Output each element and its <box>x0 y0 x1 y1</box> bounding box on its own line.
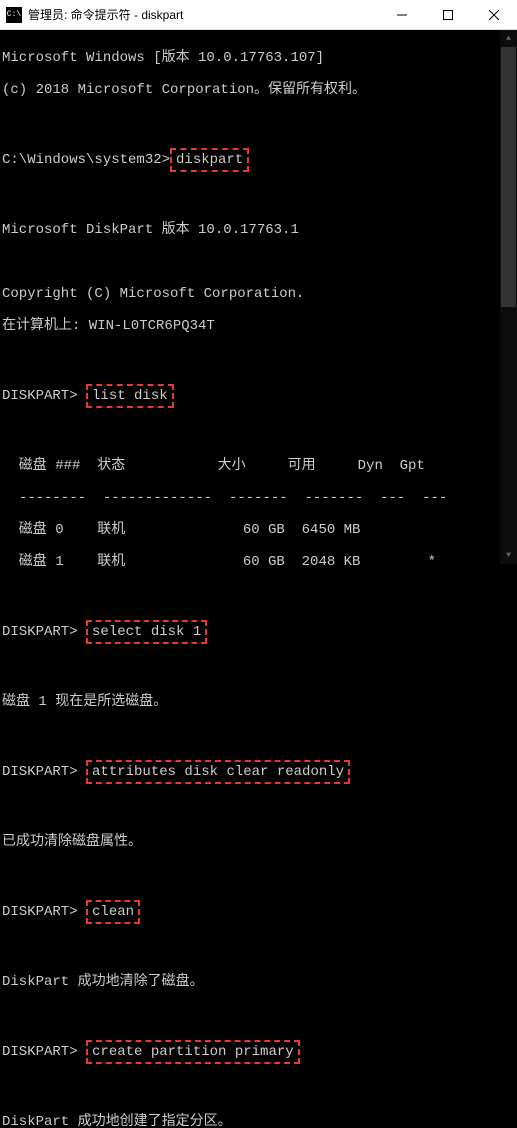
scrollbar-track[interactable] <box>500 47 517 547</box>
window-controls <box>379 0 517 29</box>
output-line <box>2 866 515 882</box>
output-line <box>2 114 515 130</box>
scrollbar-thumb[interactable] <box>501 47 516 307</box>
output-line <box>2 1006 515 1022</box>
window-titlebar: C:\ 管理员: 命令提示符 - diskpart <box>0 0 517 30</box>
output-line: 已成功清除磁盘属性。 <box>2 834 515 850</box>
output-line <box>2 802 515 818</box>
prompt-line: DISKPART> create partition primary <box>2 1038 515 1066</box>
app-icon: C:\ <box>6 7 22 23</box>
highlighted-command: clean <box>86 900 140 924</box>
prompt-prefix: C:\Windows\system32> <box>2 152 170 168</box>
prompt-prefix: DISKPART> <box>2 904 86 920</box>
terminal-output[interactable]: Microsoft Windows [版本 10.0.17763.107] (c… <box>0 30 517 1128</box>
output-line: (c) 2018 Microsoft Corporation。保留所有权利。 <box>2 82 515 98</box>
table-row: 磁盘 0 联机 60 GB 6450 MB <box>2 522 515 538</box>
output-line <box>2 190 515 206</box>
highlighted-command: select disk 1 <box>86 620 207 644</box>
window-title: 管理员: 命令提示符 - diskpart <box>28 6 379 23</box>
output-line <box>2 1082 515 1098</box>
prompt-line: DISKPART> select disk 1 <box>2 618 515 646</box>
maximize-button[interactable] <box>425 0 471 29</box>
output-line: DiskPart 成功地创建了指定分区。 <box>2 1114 515 1128</box>
output-line: Copyright (C) Microsoft Corporation. <box>2 286 515 302</box>
vertical-scrollbar[interactable]: ▲ ▼ <box>500 30 517 564</box>
highlighted-command: attributes disk clear readonly <box>86 760 350 784</box>
highlighted-command: list disk <box>86 384 174 408</box>
scrollbar-down-arrow[interactable]: ▼ <box>500 547 517 564</box>
output-line: DiskPart 成功地清除了磁盘。 <box>2 974 515 990</box>
output-line <box>2 350 515 366</box>
highlighted-command: create partition primary <box>86 1040 300 1064</box>
output-line: Microsoft Windows [版本 10.0.17763.107] <box>2 50 515 66</box>
prompt-line: DISKPART> list disk <box>2 382 515 410</box>
prompt-prefix: DISKPART> <box>2 764 86 780</box>
output-line <box>2 254 515 270</box>
prompt-prefix: DISKPART> <box>2 1044 86 1060</box>
app-icon-text: C:\ <box>7 10 21 19</box>
prompt-line: DISKPART> attributes disk clear readonly <box>2 758 515 786</box>
output-line: Microsoft DiskPart 版本 10.0.17763.1 <box>2 222 515 238</box>
output-line <box>2 586 515 602</box>
scrollbar-up-arrow[interactable]: ▲ <box>500 30 517 47</box>
output-line <box>2 662 515 678</box>
prompt-prefix: DISKPART> <box>2 624 86 640</box>
table-row: 磁盘 1 联机 60 GB 2048 KB * <box>2 554 515 570</box>
output-line <box>2 942 515 958</box>
highlighted-command: diskpart <box>170 148 249 172</box>
table-header: 磁盘 ### 状态 大小 可用 Dyn Gpt <box>2 458 515 474</box>
prompt-line: DISKPART> clean <box>2 898 515 926</box>
output-line: 在计算机上: WIN-L0TCR6PQ34T <box>2 318 515 334</box>
prompt-prefix: DISKPART> <box>2 388 86 404</box>
close-button[interactable] <box>471 0 517 29</box>
output-line: 磁盘 1 现在是所选磁盘。 <box>2 694 515 710</box>
prompt-line: C:\Windows\system32>diskpart <box>2 146 515 174</box>
table-divider: -------- ------------- ------- ------- -… <box>2 490 515 506</box>
output-line <box>2 426 515 442</box>
minimize-button[interactable] <box>379 0 425 29</box>
output-line <box>2 726 515 742</box>
